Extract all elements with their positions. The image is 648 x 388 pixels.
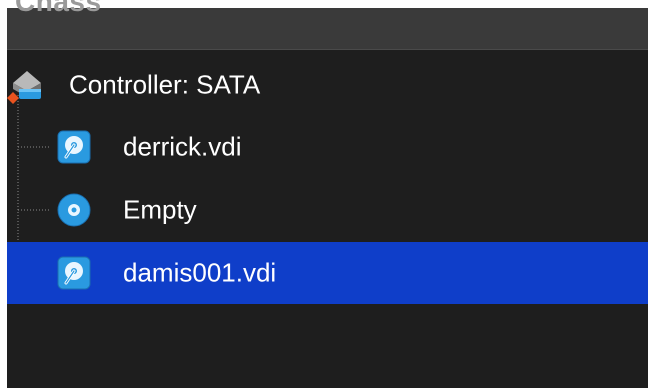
storage-window: Chass Controller: SATA derrick.vdi Empty… (0, 0, 648, 388)
header-title-fragment: Chass (15, 0, 102, 17)
attachment-row[interactable]: Empty (7, 179, 648, 241)
hard-disk-icon (57, 130, 91, 164)
attachment-label: damis001.vdi (123, 257, 277, 288)
hard-disk-icon (57, 256, 91, 290)
storage-header-bar: Chass (7, 0, 648, 50)
sata-controller-icon (7, 65, 47, 105)
controller-row[interactable]: Controller: SATA (7, 54, 648, 116)
attachment-label: Empty (123, 194, 197, 225)
controller-label: Controller: SATA (69, 69, 261, 100)
attachment-label: derrick.vdi (123, 131, 242, 162)
optical-disc-icon (57, 193, 91, 227)
attachment-row[interactable]: derrick.vdi (7, 116, 648, 178)
attachment-row-selected[interactable]: damis001.vdi (7, 242, 648, 304)
storage-tree[interactable]: Controller: SATA derrick.vdi Empty damis… (7, 50, 648, 388)
